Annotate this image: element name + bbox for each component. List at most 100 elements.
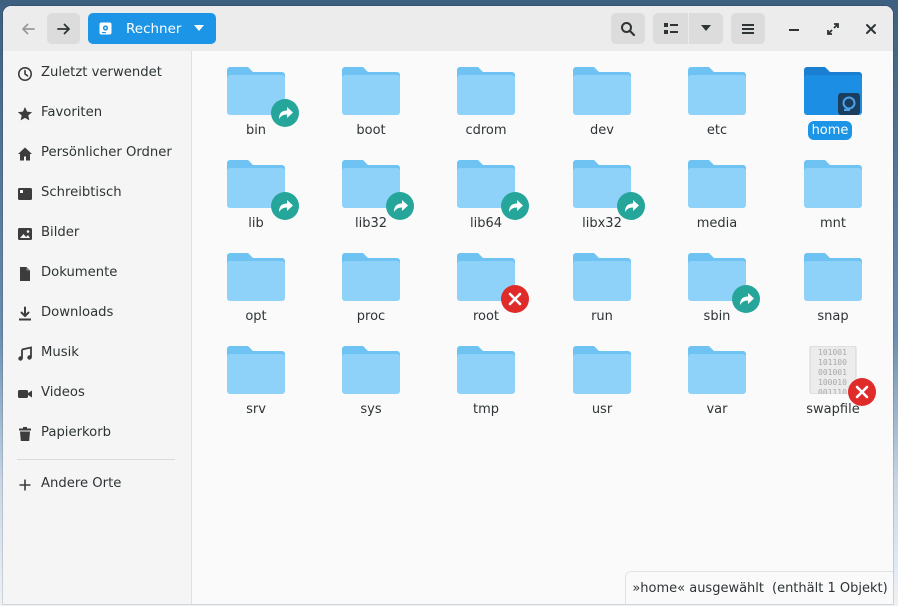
sidebar-separator: [17, 459, 175, 460]
file-item-label: usr: [591, 402, 613, 417]
file-item[interactable]: 101001 101100 001001 100010 001110 swapfile: [778, 330, 888, 420]
file-item[interactable]: opt: [201, 237, 311, 327]
file-item[interactable]: srv: [201, 330, 311, 420]
file-item-label: libx32: [582, 216, 622, 231]
file-item-label: var: [706, 402, 728, 417]
main-menu-button[interactable]: [731, 13, 765, 44]
drive-icon: [99, 22, 112, 35]
list-view-icon: [663, 22, 678, 34]
sidebar-item-desktop[interactable]: Schreibtisch: [3, 175, 191, 211]
sidebar-item-label: Persönlicher Ordner: [41, 145, 172, 160]
sidebar-item-recent[interactable]: Zuletzt verwendet: [3, 55, 191, 91]
file-item-label: snap: [817, 309, 849, 324]
plus-icon: [19, 479, 31, 491]
file-item-label: srv: [246, 402, 266, 417]
recent-icon: [18, 67, 32, 81]
file-item[interactable]: sbin: [662, 237, 772, 327]
file-item[interactable]: cdrom: [431, 51, 541, 141]
sidebar-item-pictures[interactable]: Bilder: [3, 215, 191, 251]
pictures-icon: [18, 228, 32, 240]
hamburger-menu-icon: [742, 23, 754, 34]
file-item[interactable]: proc: [316, 237, 426, 327]
file-item[interactable]: var: [662, 330, 772, 420]
folder-icon: [342, 253, 400, 301]
sidebar-item-home[interactable]: Persönlicher Ordner: [3, 135, 191, 171]
sidebar-item-favorites[interactable]: Favoriten: [3, 95, 191, 131]
file-item[interactable]: root: [431, 237, 541, 327]
file-item[interactable]: mnt: [778, 144, 888, 234]
file-item[interactable]: sys: [316, 330, 426, 420]
file-item[interactable]: media: [662, 144, 772, 234]
folder-icon: [342, 346, 400, 394]
file-item-label: boot: [356, 123, 386, 138]
file-item[interactable]: home: [778, 51, 888, 141]
file-item-label: tmp: [472, 402, 499, 417]
file-item[interactable]: lib: [201, 144, 311, 234]
sidebar-item-label: Musik: [41, 345, 79, 360]
file-item[interactable]: boot: [316, 51, 426, 141]
file-item[interactable]: tmp: [431, 330, 541, 420]
file-item[interactable]: lib64: [431, 144, 541, 234]
sidebar-item-documents[interactable]: Dokumente: [3, 255, 191, 291]
forward-button[interactable]: [47, 13, 80, 44]
file-item[interactable]: usr: [547, 330, 657, 420]
close-button[interactable]: [856, 13, 886, 44]
location-button[interactable]: Rechner: [88, 13, 216, 44]
file-item-label: swapfile: [806, 402, 860, 417]
status-details: (enthält 1 Objekt): [772, 581, 888, 596]
chevron-down-icon: [194, 25, 204, 31]
minimize-button[interactable]: [779, 13, 809, 44]
trash-icon: [19, 427, 31, 441]
file-item-label: run: [591, 309, 613, 324]
view-toggle-button[interactable]: [653, 13, 688, 44]
status-selection: »home« ausgewählt: [632, 581, 764, 596]
view-options-button[interactable]: [689, 13, 723, 44]
minimize-icon: [789, 28, 799, 31]
file-item[interactable]: libx32: [547, 144, 657, 234]
file-item[interactable]: snap: [778, 237, 888, 327]
file-item[interactable]: bin: [201, 51, 311, 141]
maximize-icon: [827, 22, 839, 35]
music-icon: [18, 346, 32, 361]
svg-text:101001101100001001100010001110: 101001 101100 001001 100010 001110: [818, 348, 847, 394]
sidebar-item-other-locations[interactable]: Andere Orte: [3, 466, 191, 502]
document-icon: [20, 267, 30, 281]
file-item[interactable]: etc: [662, 51, 772, 141]
folder-icon: [688, 346, 746, 394]
back-button[interactable]: [12, 13, 43, 44]
maximize-button[interactable]: [818, 13, 848, 44]
file-item[interactable]: dev: [547, 51, 657, 141]
file-item-label: mnt: [820, 216, 846, 231]
file-item-label: bin: [245, 123, 267, 138]
file-manager-window: Rechner Zuletzt verwendet Favoriten Pers…: [3, 6, 893, 604]
close-icon: [866, 23, 876, 34]
folder-icon: [457, 67, 515, 115]
file-item-label: root: [472, 309, 500, 324]
sidebar-item-videos[interactable]: Videos: [3, 375, 191, 411]
video-icon: [18, 390, 32, 398]
folder-icon: [804, 253, 862, 301]
home-folder-icon: [804, 67, 862, 115]
sidebar-item-label: Favoriten: [41, 105, 103, 120]
folder-icon: [688, 160, 746, 208]
folder-icon: [342, 67, 400, 115]
folder-icon: [688, 67, 746, 115]
file-item-label: cdrom: [465, 123, 507, 138]
folder-icon: [573, 346, 631, 394]
file-item[interactable]: run: [547, 237, 657, 327]
sidebar-item-label: Dokumente: [41, 265, 118, 280]
download-icon: [19, 306, 31, 321]
file-item-label: opt: [245, 309, 267, 324]
sidebar-item-label: Videos: [41, 385, 85, 400]
star-icon: [17, 107, 33, 121]
sidebar-item-trash[interactable]: Papierkorb: [3, 415, 191, 451]
search-button[interactable]: [611, 13, 645, 44]
file-item-label: lib64: [469, 216, 503, 231]
folder-icon: [573, 67, 631, 115]
sidebar-item-downloads[interactable]: Downloads: [3, 295, 191, 331]
file-item[interactable]: lib32: [316, 144, 426, 234]
sidebar-item-music[interactable]: Musik: [3, 335, 191, 371]
file-item-label: media: [696, 216, 738, 231]
desktop-icon: [18, 188, 32, 200]
sidebar-item-label: Downloads: [41, 305, 114, 320]
